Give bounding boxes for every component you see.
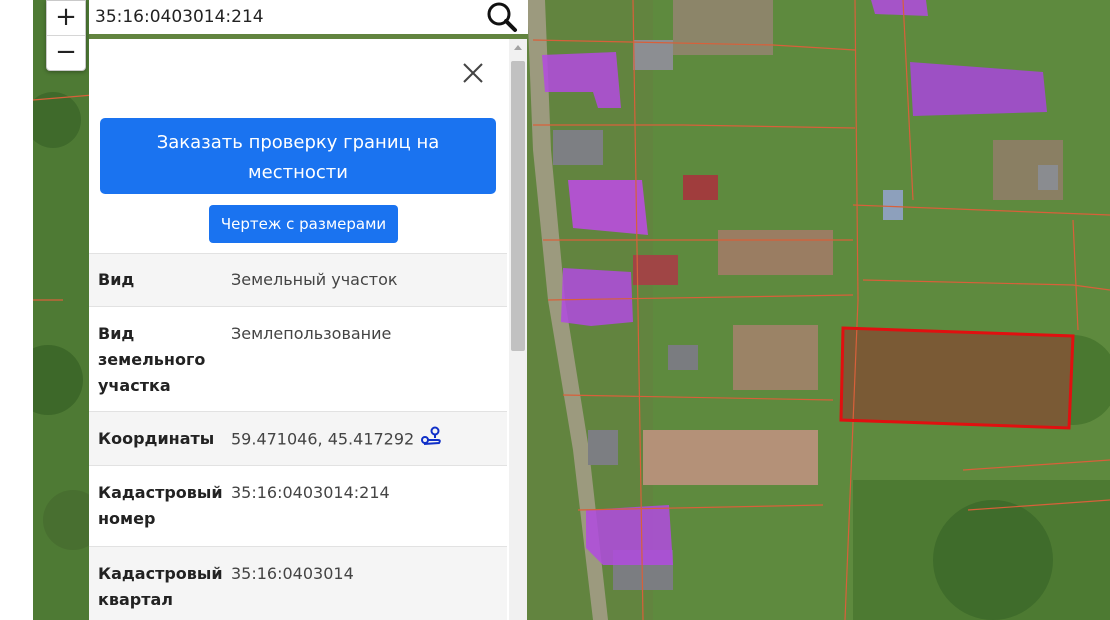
info-row-value: 35:16:0403014:214 xyxy=(231,483,390,502)
search-input[interactable] xyxy=(89,0,475,34)
info-row-cadastral-number: Кадастровый номер 35:16:0403014:214 xyxy=(89,465,507,546)
coordinates-value: 59.471046, 45.417292 xyxy=(231,429,415,449)
info-row-value: 35:16:0403014 xyxy=(231,564,354,583)
drawing-with-dimensions-button[interactable]: Чертеж с размерами xyxy=(209,205,398,243)
left-margin xyxy=(0,0,33,620)
scroll-thumb[interactable] xyxy=(511,61,525,351)
info-row-label: Вид земельного участка xyxy=(98,324,206,395)
info-row-cadastral-quarter: Кадастровый квартал 35:16:0403014 xyxy=(89,546,507,620)
info-row-label: Координаты xyxy=(98,429,215,448)
info-row-value-wrap: 59.471046, 45.417292 xyxy=(231,426,442,454)
search-icon[interactable] xyxy=(484,1,522,33)
close-icon[interactable] xyxy=(461,61,485,85)
parcel-info-table: Вид Земельный участок Вид земельного уча… xyxy=(89,253,507,620)
info-panel: Заказать проверку границ на местности Че… xyxy=(89,39,527,620)
info-row-land-type: Вид земельного участка Землепользование xyxy=(89,306,507,411)
search-bar xyxy=(89,0,528,34)
zoom-in-button[interactable]: + xyxy=(47,1,85,35)
zoom-out-button[interactable]: − xyxy=(47,35,85,70)
info-row-value: Земельный участок xyxy=(231,270,398,289)
info-row-label: Кадастровый квартал xyxy=(98,564,223,609)
scroll-up-arrow-icon[interactable] xyxy=(509,39,527,57)
info-row-value: Землепользование xyxy=(231,324,392,343)
order-boundary-check-button[interactable]: Заказать проверку границ на местности xyxy=(100,118,496,194)
info-row-type: Вид Земельный участок xyxy=(89,253,507,306)
zoom-control: + − xyxy=(46,0,86,71)
info-row-coordinates: Координаты 59.471046, 45.417292 xyxy=(89,411,507,465)
panel-scrollbar[interactable] xyxy=(509,39,527,620)
info-row-label: Вид xyxy=(98,270,135,289)
route-icon[interactable] xyxy=(420,426,442,454)
info-row-label: Кадастровый номер xyxy=(98,483,223,528)
